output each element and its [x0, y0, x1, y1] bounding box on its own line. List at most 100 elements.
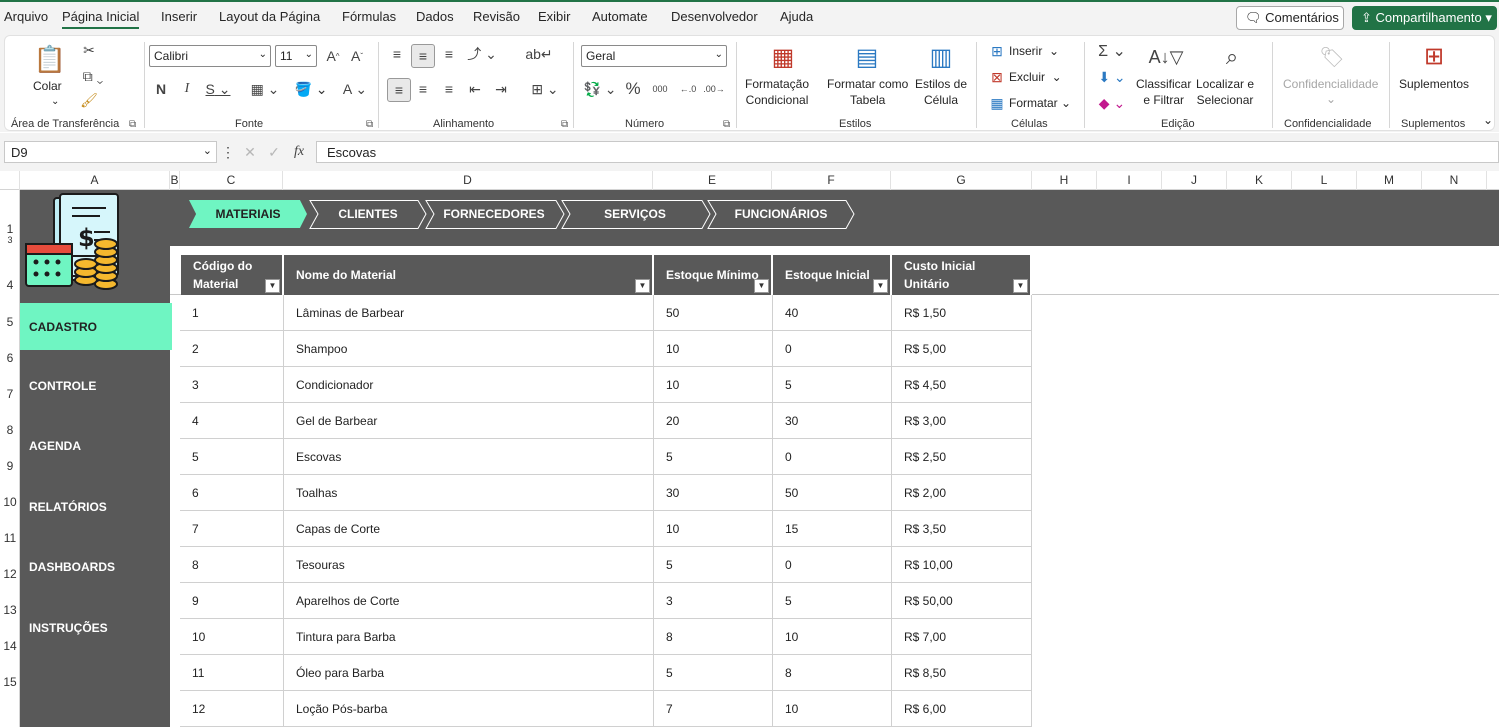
format-cells-button[interactable]: Formatar ⌄ [1009, 95, 1071, 111]
table-cell[interactable]: R$ 4,50 [892, 367, 1032, 403]
cut-icon[interactable]: ✂ [79, 40, 99, 60]
thousands-icon[interactable]: 000 [649, 78, 671, 100]
tab-funcionarios[interactable]: FUNCIONÁRIOS [716, 200, 846, 228]
table-cell[interactable]: Lâminas de Barbear [284, 295, 654, 331]
increase-font-icon[interactable]: A ^ [323, 45, 343, 67]
orientation-icon[interactable]: ⤴ ⌄ [465, 44, 499, 64]
align-top-icon[interactable]: ≡ [387, 44, 407, 64]
paste-button[interactable]: Colar [33, 78, 62, 94]
formula-input[interactable]: Escovas [316, 141, 1499, 163]
align-right-icon[interactable]: ≡ [439, 78, 459, 100]
column-header[interactable]: D [283, 171, 653, 190]
insert-cells-button[interactable]: Inserir ⌄ [1009, 43, 1059, 59]
insert-function-icon[interactable]: fx [288, 143, 310, 161]
delete-cells-icon[interactable]: ⊠ [987, 67, 1007, 87]
table-cell[interactable]: 10 [773, 619, 892, 655]
filter-dropdown-icon[interactable]: ▼ [265, 279, 280, 293]
align-middle-icon[interactable]: ≡ [411, 44, 435, 68]
format-painter-icon[interactable]: 🖌 [79, 90, 99, 110]
table-cell[interactable]: R$ 2,00 [892, 475, 1032, 511]
table-cell[interactable]: 10 [773, 691, 892, 727]
column-header[interactable]: L [1292, 171, 1357, 190]
addins-button[interactable]: Suplementos [1399, 76, 1469, 92]
table-cell[interactable]: R$ 1,50 [892, 295, 1032, 331]
filter-dropdown-icon[interactable]: ▼ [1013, 279, 1028, 293]
fill-color-icon[interactable]: 🪣 ⌄ [293, 78, 329, 100]
menu-pagina-inicial[interactable]: Página Inicial [62, 9, 140, 29]
column-header[interactable]: H [1032, 171, 1097, 190]
tab-fornecedores[interactable]: FORNECEDORES [434, 200, 554, 228]
number-launcher-icon[interactable]: ⧉ [723, 119, 730, 130]
table-cell[interactable]: 12 [180, 691, 284, 727]
table-cell[interactable]: R$ 5,00 [892, 331, 1032, 367]
table-cell[interactable]: 10 [654, 511, 773, 547]
column-header[interactable]: E [653, 171, 772, 190]
decrease-indent-icon[interactable]: ⇤ [465, 78, 485, 100]
menu-ajuda[interactable]: Ajuda [780, 9, 813, 24]
table-cell[interactable]: 8 [654, 619, 773, 655]
paste-dropdown-icon[interactable]: ⌄ [51, 94, 59, 110]
table-cell[interactable]: 0 [773, 547, 892, 583]
column-header[interactable]: C [180, 171, 283, 190]
column-header[interactable]: A [20, 171, 170, 190]
table-cell[interactable]: R$ 3,00 [892, 403, 1032, 439]
find-select-icon[interactable]: ⌕ [1215, 42, 1249, 72]
column-header[interactable]: N [1422, 171, 1487, 190]
clear-icon[interactable]: ◆ ⌄ [1095, 93, 1129, 113]
alignment-launcher-icon[interactable]: ⧉ [561, 119, 568, 130]
table-cell[interactable]: 3 [654, 583, 773, 619]
table-cell[interactable]: R$ 8,50 [892, 655, 1032, 691]
table-cell[interactable]: Óleo para Barba [284, 655, 654, 691]
underline-button[interactable]: S ⌄ [203, 78, 233, 100]
sensitivity-dropdown-icon[interactable]: ⌄ [1326, 91, 1336, 107]
row-header[interactable]: 3 [0, 235, 20, 245]
italic-button[interactable]: I [177, 78, 197, 100]
name-box[interactable]: D9 ⌄ [4, 141, 217, 163]
table-cell[interactable]: Gel de Barbear [284, 403, 654, 439]
row-header[interactable]: 10 [0, 495, 20, 509]
table-cell[interactable]: 8 [180, 547, 284, 583]
table-cell[interactable]: 7 [654, 691, 773, 727]
fill-icon[interactable]: ⬇ ⌄ [1095, 67, 1129, 87]
sidebar-item-dashboards[interactable]: DASHBOARDS [20, 553, 170, 581]
table-cell[interactable]: 7 [180, 511, 284, 547]
row-header[interactable]: 14 [0, 639, 20, 653]
table-cell[interactable]: 40 [773, 295, 892, 331]
filter-dropdown-icon[interactable]: ▼ [635, 279, 650, 293]
sensitivity-icon[interactable]: 🏷 [1317, 42, 1347, 72]
copy-icon[interactable]: ⧉ ⌄ [79, 66, 107, 86]
table-cell[interactable]: Escovas [284, 439, 654, 475]
table-cell[interactable]: 6 [180, 475, 284, 511]
borders-icon[interactable]: ▦ ⌄ [247, 78, 283, 100]
cell-styles-button[interactable]: Estilos de Célula [915, 76, 967, 108]
table-cell[interactable]: Tintura para Barba [284, 619, 654, 655]
table-cell[interactable]: 10 [654, 331, 773, 367]
table-cell[interactable]: 30 [654, 475, 773, 511]
enter-icon[interactable]: ✓ [264, 143, 284, 161]
font-size-select[interactable]: 11 ⌄ [275, 45, 317, 67]
table-cell[interactable]: Tesouras [284, 547, 654, 583]
row-header[interactable]: 15 [0, 675, 20, 689]
table-cell[interactable]: 3 [180, 367, 284, 403]
table-cell[interactable]: 0 [773, 331, 892, 367]
column-header[interactable]: I [1097, 171, 1162, 190]
sidebar-item-relatorios[interactable]: RELATÓRIOS [20, 493, 170, 521]
row-header[interactable]: 4 [0, 278, 20, 292]
menu-desenvolvedor[interactable]: Desenvolvedor [671, 9, 758, 24]
column-header[interactable]: F [772, 171, 891, 190]
wrap-text-icon[interactable]: ab↵ [525, 44, 552, 64]
filter-dropdown-icon[interactable]: ▼ [873, 279, 888, 293]
menu-inserir[interactable]: Inserir [161, 9, 197, 24]
tab-clientes[interactable]: CLIENTES [318, 200, 418, 228]
format-as-table-button[interactable]: Formatar como Tabela [827, 76, 908, 108]
table-cell[interactable]: R$ 2,50 [892, 439, 1032, 475]
table-cell[interactable]: 20 [654, 403, 773, 439]
table-cell[interactable]: 5 [654, 439, 773, 475]
sort-filter-button[interactable]: Classificar e Filtrar [1136, 76, 1191, 108]
table-cell[interactable]: 9 [180, 583, 284, 619]
header-nome[interactable]: Nome do Material ▼ [284, 255, 654, 295]
cancel-icon[interactable]: ✕ [240, 143, 260, 161]
table-cell[interactable]: Aparelhos de Corte [284, 583, 654, 619]
sort-filter-icon[interactable]: A↓▽ [1149, 42, 1184, 72]
column-header[interactable]: K [1227, 171, 1292, 190]
